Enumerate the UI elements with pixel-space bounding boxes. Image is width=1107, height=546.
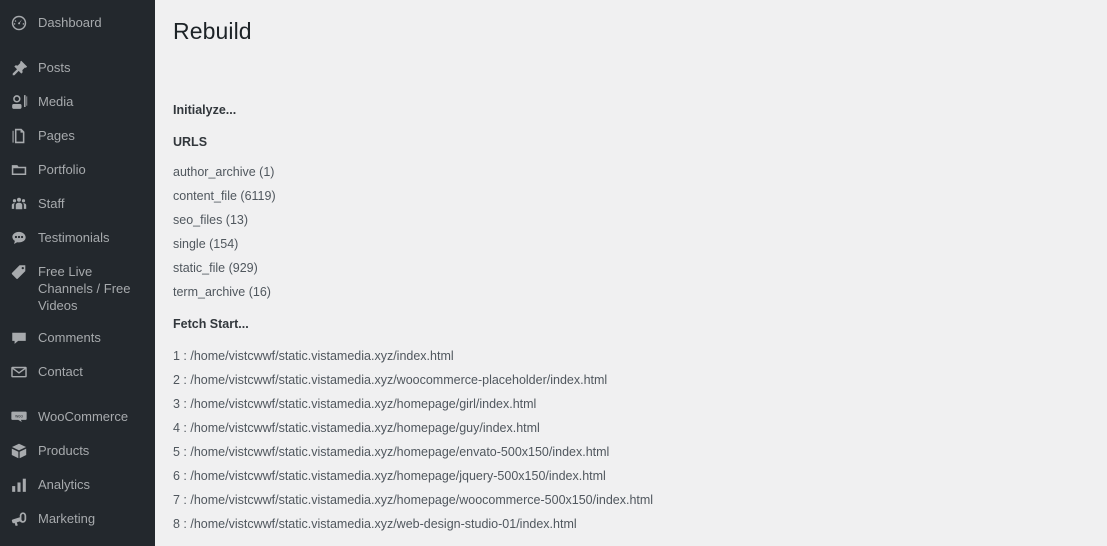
sidebar-item-label: Pages [38,128,75,143]
fetched-path-item: 6 : /home/vistcwwf/static.vistamedia.xyz… [173,469,606,483]
svg-text:woo: woo [15,413,23,418]
fetched-path-item: 8 : /home/vistcwwf/static.vistamedia.xyz… [173,517,577,531]
sidebar-item-label: Staff [38,196,65,211]
fetched-path-item: 4 : /home/vistcwwf/static.vistamedia.xyz… [173,421,540,435]
fetched-path-list: 1 : /home/vistcwwf/static.vistamedia.xyz… [173,349,1107,532]
sidebar-item-woocommerce[interactable]: woo WooCommerce [0,400,155,434]
main-content: Rebuild Initialyze... URLS author_archiv… [155,0,1107,546]
sidebar-item-analytics[interactable]: Analytics [0,468,155,502]
sidebar-item-label: Analytics [38,477,91,492]
marketing-megaphone-icon [9,509,29,529]
sidebar-item-label: Contact [38,364,83,379]
sidebar-item-label: Portfolio [38,162,86,177]
sidebar-item-label: Media [38,94,74,109]
envelope-icon [9,362,29,382]
sidebar-item-label: Comments [38,330,101,345]
url-count-item: single (154) [173,237,239,251]
url-count-item: content_file (6119) [173,189,276,203]
url-count-item: static_file (929) [173,261,258,275]
woocommerce-icon: woo [9,407,29,427]
dashboard-gauge-icon [9,13,29,33]
sidebar-item-label: WooCommerce [38,409,129,424]
sidebar-item-label: Posts [38,60,71,75]
comments-bubble-icon [9,328,29,348]
sidebar-item-free-live-channels[interactable]: Free Live Channels / Free Videos [0,255,155,321]
fetched-path-item: 7 : /home/vistcwwf/static.vistamedia.xyz… [173,493,654,507]
url-count-item: term_archive (16) [173,285,271,299]
sidebar-item-products[interactable]: Products [0,434,155,468]
sidebar-item-comments[interactable]: Comments [0,321,155,355]
portfolio-folder-icon [9,160,29,180]
sidebar-item-label: Free Live Channels / Free Videos [38,264,131,313]
sidebar-item-staff[interactable]: Staff [0,187,155,221]
sidebar-item-posts[interactable]: Posts [0,51,155,85]
fetched-path-item: 5 : /home/vistcwwf/static.vistamedia.xyz… [173,445,610,459]
products-box-icon [9,441,29,461]
sidebar-item-pages[interactable]: Pages [0,119,155,153]
url-counts-list: author_archive (1) content_file (6119) seo… [173,165,1107,300]
sidebar-separator [0,389,155,400]
content-wrap: Rebuild Initialyze... URLS author_archiv… [155,0,1107,532]
analytics-bars-icon [9,475,29,495]
admin-sidebar: Dashboard Posts Media Pages Portfolio Staff Te… [0,0,155,546]
sidebar-item-label: Dashboard [38,15,102,30]
log-spacer [173,309,1107,317]
fetch-start-status: Fetch Start... [173,317,249,331]
tag-icon [9,262,29,282]
sidebar-item-label: Testimonials [38,230,110,245]
sidebar-item-portfolio[interactable]: Portfolio [0,153,155,187]
page-title: Rebuild [173,18,252,44]
fetched-path-item: 1 : /home/vistcwwf/static.vistamedia.xyz… [173,349,454,363]
url-count-item: seo_files (13) [173,213,249,227]
staff-group-icon [9,194,29,214]
sidebar-item-label: Products [38,443,90,458]
pages-icon [9,126,29,146]
url-count-item: author_archive (1) [173,165,275,179]
testimonials-bubble-icon [9,228,29,248]
urls-heading: URLS [173,135,208,149]
sidebar-item-label: Marketing [38,511,96,526]
admin-screen: Dashboard Posts Media Pages Portfolio Staff Te… [0,0,1107,546]
rebuild-log: Initialyze... URLS author_archive (1) con… [173,103,1107,532]
sidebar-item-dashboard[interactable]: Dashboard [0,6,155,40]
initialize-status: Initialyze... [173,103,237,117]
fetched-path-item: 2 : /home/vistcwwf/static.vistamedia.xyz… [173,373,608,387]
sidebar-separator [0,40,155,51]
media-icon [9,92,29,112]
sidebar-item-marketing[interactable]: Marketing [0,502,155,536]
pin-icon [9,58,29,78]
fetched-path-item: 3 : /home/vistcwwf/static.vistamedia.xyz… [173,397,537,411]
sidebar-item-testimonials[interactable]: Testimonials [0,221,155,255]
sidebar-item-contact[interactable]: Contact [0,355,155,389]
sidebar-item-media[interactable]: Media [0,85,155,119]
